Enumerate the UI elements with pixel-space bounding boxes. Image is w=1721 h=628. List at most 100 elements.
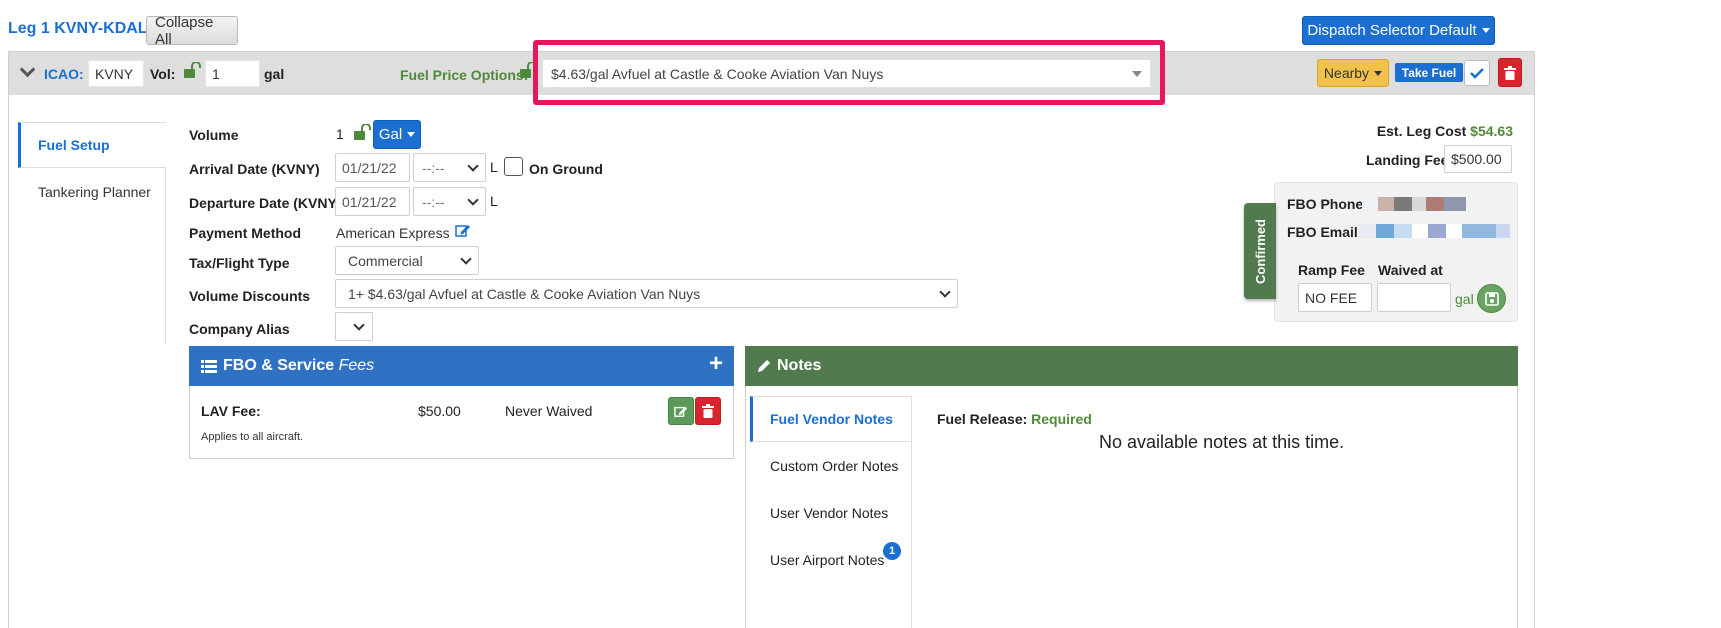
vol-label: Vol: [150,66,176,82]
fee-row-note: Applies to all aircraft. [201,431,304,443]
arrival-date-label: Arrival Date (KVNY) [189,161,320,177]
tab-label: Custom Order Notes [770,458,899,474]
vol-unit-label: gal [264,66,285,82]
edit-fee-button[interactable] [668,397,694,425]
departure-time-select[interactable]: --:-- [413,187,486,216]
trash-icon [702,404,714,418]
notes-title: Notes [777,357,822,374]
unit-dropdown-button[interactable]: Gal [373,120,421,149]
departure-l-suffix: L [490,193,498,209]
list-icon [201,359,217,373]
caret-down-icon [407,132,416,137]
tax-flight-type-select[interactable]: Commercial [335,246,479,275]
icao-label: ICAO: [44,66,84,82]
collapse-all-button[interactable]: Collapse All [146,14,238,48]
notes-count-badge: 1 [883,542,901,560]
caret-down-icon [1481,28,1490,33]
fuel-price-options-select[interactable]: $4.63/gal Avfuel at Castle & Cooke Aviat… [542,59,1151,88]
volume-value: 1 [336,126,344,142]
tab-custom-order-notes[interactable]: Custom Order Notes [750,444,912,488]
chevron-down-icon [460,252,472,265]
take-fuel-checkbox[interactable] [1464,60,1490,86]
volume-discounts-value: 1+ $4.63/gal Avfuel at Castle & Cooke Av… [348,285,701,302]
unlock-icon[interactable] [182,62,202,80]
volume-label: Volume [189,127,239,143]
arrival-l-suffix: L [490,159,498,175]
caret-down-icon [1374,70,1383,76]
icao-input[interactable]: KVNY [88,60,144,87]
fbo-fees-header: FBO & Service Fees [189,346,734,386]
payment-method-value: American Express [336,225,450,241]
fee-row-name: LAV Fee: [201,403,261,419]
fuel-price-options-label: Fuel Price Options: [400,67,529,83]
dispatch-selector-label: Dispatch Selector Default [1307,22,1477,39]
waived-at-label: Waived at [1378,262,1443,278]
fuel-release: Fuel Release: Required [937,411,1092,427]
edit-icon [674,406,688,417]
tab-fuel-vendor-notes[interactable]: Fuel Vendor Notes [750,396,912,442]
volume-discounts-label: Volume Discounts [189,288,311,304]
nearby-label: Nearby [1323,65,1370,81]
ramp-fee-label: Ramp Fee [1298,262,1365,278]
tab-user-vendor-notes[interactable]: User Vendor Notes [750,491,912,535]
volume-discounts-select[interactable]: 1+ $4.63/gal Avfuel at Castle & Cooke Av… [335,279,958,308]
fuel-release-value: Required [1031,411,1092,427]
company-alias-select[interactable] [335,312,373,341]
delete-leg-button[interactable] [1498,58,1522,87]
est-leg-cost-label: Est. Leg Cost [1376,123,1467,139]
confirmed-label: Confirmed [1252,218,1268,284]
fee-row-amount: $50.00 [418,403,461,419]
arrival-date-input[interactable]: 01/21/22 [335,153,410,182]
est-leg-cost-value: $54.63 [1470,123,1513,139]
fbo-phone-label: FBO Phone: [1287,196,1368,212]
departure-date-input[interactable]: 01/21/22 [335,187,410,216]
chevron-down-icon [467,193,479,206]
chevron-down-icon [939,285,951,298]
tab-label: Fuel Vendor Notes [770,411,893,427]
departure-date-label: Departure Date (KVNY) [189,195,342,211]
unit-label: Gal [378,126,403,143]
landing-fee-input[interactable]: $500.00 [1444,145,1512,173]
dispatch-selector-button[interactable]: Dispatch Selector Default [1302,16,1495,45]
waived-gal-label: gal [1455,291,1474,307]
waived-at-input[interactable] [1377,283,1451,312]
est-leg-cost: Est. Leg Cost $54.63 [1300,123,1513,139]
arrival-time-value: --:-- [422,159,445,176]
confirmed-tab[interactable]: Confirmed [1244,203,1276,299]
arrival-time-select[interactable]: --:-- [413,153,486,182]
delete-fee-button[interactable] [695,397,721,425]
tax-flight-type-value: Commercial [348,252,423,269]
on-ground-checkbox[interactable] [504,157,523,176]
fuel-price-options-value: $4.63/gal Avfuel at Castle & Cooke Aviat… [551,65,884,82]
trash-icon [1504,65,1516,80]
save-button[interactable] [1477,284,1506,313]
fbo-email-redacted [1358,224,1510,238]
floppy-disk-icon [1484,291,1499,306]
pencil-icon [758,360,770,372]
tab-fuel-setup[interactable]: Fuel Setup [18,122,166,168]
landing-fee-label: Landing Fee [1366,152,1449,168]
company-alias-label: Company Alias [189,321,290,337]
unlock-icon[interactable] [352,124,372,142]
edit-icon[interactable] [455,223,471,238]
fbo-phone-redacted [1362,197,1466,211]
tab-label: User Airport Notes [770,552,885,568]
payment-method-label: Payment Method [189,225,302,241]
tab-label: Tankering Planner [38,184,151,200]
fuel-release-label: Fuel Release: [937,411,1028,427]
tax-flight-type-label: Tax/Flight Type [189,255,290,271]
chevron-down-icon [353,318,365,331]
tab-tankering-planner[interactable]: Tankering Planner [18,170,166,214]
departure-time-value: --:-- [422,193,445,210]
tab-label: Fuel Setup [38,137,110,153]
add-fee-button[interactable]: + [706,350,726,377]
take-fuel-label[interactable]: Take Fuel [1395,63,1463,82]
leg-title[interactable]: Leg 1 KVNY-KDAL [8,20,148,38]
fbo-fees-title: FBO & Service Fees [223,357,375,374]
tab-label: User Vendor Notes [770,505,889,521]
ramp-fee-input[interactable]: NO FEE [1298,283,1372,312]
vol-input[interactable]: 1 [205,60,260,87]
no-notes-message: No available notes at this time. [1099,432,1345,452]
select-arrow-icon [1132,70,1142,77]
nearby-button[interactable]: Nearby [1317,59,1389,87]
